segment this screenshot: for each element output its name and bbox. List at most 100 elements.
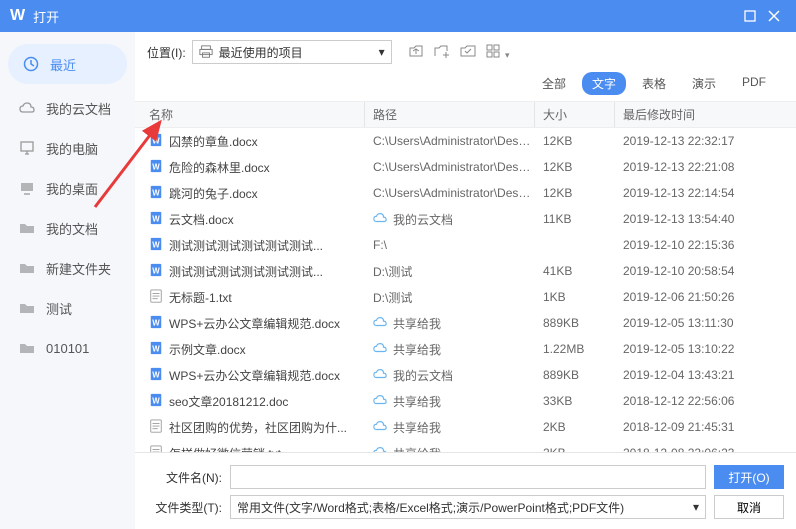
sidebar: 最近我的云文档我的电脑我的桌面我的文档新建文件夹测试 010101 <box>0 32 135 529</box>
tab-0[interactable]: 全部 <box>532 72 576 95</box>
file-row[interactable]: W云文档.docx我的云文档11KB2019-12-13 13:54:40 <box>135 206 796 232</box>
svg-text:W: W <box>152 240 160 249</box>
cancel-button[interactable]: 取消 <box>714 495 784 519</box>
file-type-icon: W <box>149 185 163 202</box>
file-name: 危险的森林里.docx <box>169 159 270 176</box>
file-row[interactable]: W测试测试测试测试测试测试...F:\2019-12-10 22:15:36 <box>135 232 796 258</box>
sidebar-item-7[interactable]: 010101 <box>0 328 135 368</box>
filetype-select[interactable]: 常用文件(文字/Word格式;表格/Excel格式;演示/PowerPoint格… <box>230 495 706 519</box>
file-size: 12KB <box>543 160 572 174</box>
file-row[interactable]: WWPS+云办公文章编辑规范.docx我的云文档889KB2019-12-04 … <box>135 362 796 388</box>
file-path: C:\Users\Administrator\Deskto... <box>373 186 535 200</box>
file-type-icon: W <box>149 315 163 332</box>
folder-icon <box>18 339 36 357</box>
sidebar-item-5[interactable]: 新建文件夹 <box>0 248 135 288</box>
view-mode-icon[interactable]: ▾ <box>486 44 510 61</box>
file-name: 社区团购的优势，社区团购为什... <box>169 419 347 436</box>
file-row[interactable]: 无标题-1.txtD:\测试1KB2019-12-06 21:50:26 <box>135 284 796 310</box>
file-row[interactable]: 怎样做好微信营销.txt共享给我2KB2018-12-08 22:06:23 <box>135 440 796 452</box>
svg-text:W: W <box>152 214 160 223</box>
file-size: 33KB <box>543 394 572 408</box>
window-title: 打开 <box>33 7 59 26</box>
open-button[interactable]: 打开(O) <box>714 465 784 489</box>
file-size: 889KB <box>543 368 579 382</box>
titlebar: W 打开 <box>0 0 796 32</box>
file-list: 名称 路径 大小 最后修改时间 W囚禁的章鱼.docxC:\Users\Admi… <box>135 101 796 452</box>
file-name: 怎样做好微信营销.txt <box>169 445 281 453</box>
file-path: 我的云文档 <box>393 367 453 384</box>
file-date: 2019-12-05 13:10:22 <box>623 342 734 356</box>
file-row[interactable]: WWPS+云办公文章编辑规范.docx共享给我889KB2019-12-05 1… <box>135 310 796 336</box>
file-type-icon <box>149 445 163 453</box>
sidebar-item-0[interactable]: 最近 <box>8 44 127 84</box>
sidebar-item-4[interactable]: 我的文档 <box>0 208 135 248</box>
file-size: 12KB <box>543 134 572 148</box>
sidebar-item-6[interactable]: 测试 <box>0 288 135 328</box>
cloud-icon <box>373 211 387 228</box>
header-date[interactable]: 最后修改时间 <box>615 102 796 127</box>
tab-1[interactable]: 文字 <box>582 72 626 95</box>
close-button[interactable] <box>762 4 786 28</box>
sidebar-item-2[interactable]: 我的电脑 <box>0 128 135 168</box>
file-name: 云文档.docx <box>169 211 234 228</box>
file-row[interactable]: W示例文章.docx共享给我1.22MB2019-12-05 13:10:22 <box>135 336 796 362</box>
file-date: 2018-12-12 22:56:06 <box>623 394 734 408</box>
cloud-icon <box>373 445 387 453</box>
file-size: 11KB <box>543 212 571 226</box>
header-size[interactable]: 大小 <box>535 102 615 127</box>
filetype-label: 文件类型(T): <box>147 499 222 516</box>
file-date: 2019-12-05 13:11:30 <box>623 316 734 330</box>
file-path: D:\测试 <box>373 263 412 280</box>
file-path: 共享给我 <box>393 419 441 436</box>
file-date: 2019-12-10 22:15:36 <box>623 238 734 252</box>
file-row[interactable]: W囚禁的章鱼.docxC:\Users\Administrator\Deskto… <box>135 128 796 154</box>
file-path: 共享给我 <box>393 445 441 453</box>
file-size: 889KB <box>543 316 579 330</box>
cloud-icon <box>373 393 387 410</box>
filter-tabs: 全部文字表格演示 PDF <box>135 72 796 101</box>
file-row[interactable]: 社区团购的优势，社区团购为什...共享给我2KB2018-12-09 21:45… <box>135 414 796 440</box>
location-row: 位置(I): 最近使用的项目 ▾ ▾ <box>135 32 796 72</box>
sidebar-item-label: 我的电脑 <box>46 139 98 158</box>
up-folder-icon[interactable] <box>408 44 424 61</box>
header-path[interactable]: 路径 <box>365 102 535 127</box>
sidebar-item-label: 我的文档 <box>46 219 98 238</box>
file-date: 2019-12-13 13:54:40 <box>623 212 734 226</box>
file-name: 跳河的兔子.docx <box>169 185 258 202</box>
sidebar-item-1[interactable]: 我的云文档 <box>0 88 135 128</box>
footer: 文件名(N): 打开(O) 文件类型(T): 常用文件(文字/Word格式;表格… <box>135 452 796 529</box>
clock-icon <box>22 55 40 73</box>
printer-icon <box>199 45 213 59</box>
filename-input[interactable] <box>230 465 706 489</box>
file-type-icon: W <box>149 159 163 176</box>
file-type-icon: W <box>149 341 163 358</box>
file-name: seo文章20181212.doc <box>169 393 288 410</box>
file-row[interactable]: W测试测试测试测试测试测试...D:\测试41KB2019-12-10 20:5… <box>135 258 796 284</box>
tab-3[interactable]: 演示 <box>682 72 726 95</box>
folder-check-icon[interactable] <box>460 44 476 61</box>
file-path: C:\Users\Administrator\Deskto... <box>373 134 535 148</box>
maximize-button[interactable] <box>738 4 762 28</box>
svg-text:W: W <box>152 318 160 327</box>
sidebar-item-3[interactable]: 我的桌面 <box>0 168 135 208</box>
file-row[interactable]: Wseo文章20181212.doc共享给我33KB2018-12-12 22:… <box>135 388 796 414</box>
file-date: 2019-12-10 20:58:54 <box>623 264 734 278</box>
chevron-down-icon: ▾ <box>379 45 385 59</box>
tab-4[interactable]: PDF <box>732 72 776 95</box>
tab-2[interactable]: 表格 <box>632 72 676 95</box>
header-name[interactable]: 名称 <box>135 102 365 127</box>
file-date: 2019-12-13 22:21:08 <box>623 160 734 174</box>
location-select[interactable]: 最近使用的项目 ▾ <box>192 40 392 64</box>
file-type-icon: W <box>149 133 163 150</box>
new-folder-icon[interactable] <box>434 44 450 61</box>
file-row[interactable]: W危险的森林里.docxC:\Users\Administrator\Deskt… <box>135 154 796 180</box>
sidebar-item-label: 010101 <box>46 341 89 356</box>
file-date: 2019-12-04 13:43:21 <box>623 368 734 382</box>
file-date: 2019-12-06 21:50:26 <box>623 290 734 304</box>
filename-label: 文件名(N): <box>147 469 222 486</box>
main-panel: 位置(I): 最近使用的项目 ▾ ▾ 全部文字表格演示 PDF 名称 路径 大小 … <box>135 32 796 529</box>
file-row[interactable]: W 跳河的兔子.docx C:\Users\Administrator\Deskto… <box>135 180 796 206</box>
location-value: 最近使用的项目 <box>219 44 303 61</box>
file-size: 12KB <box>543 186 572 200</box>
cloud-icon <box>373 341 387 358</box>
